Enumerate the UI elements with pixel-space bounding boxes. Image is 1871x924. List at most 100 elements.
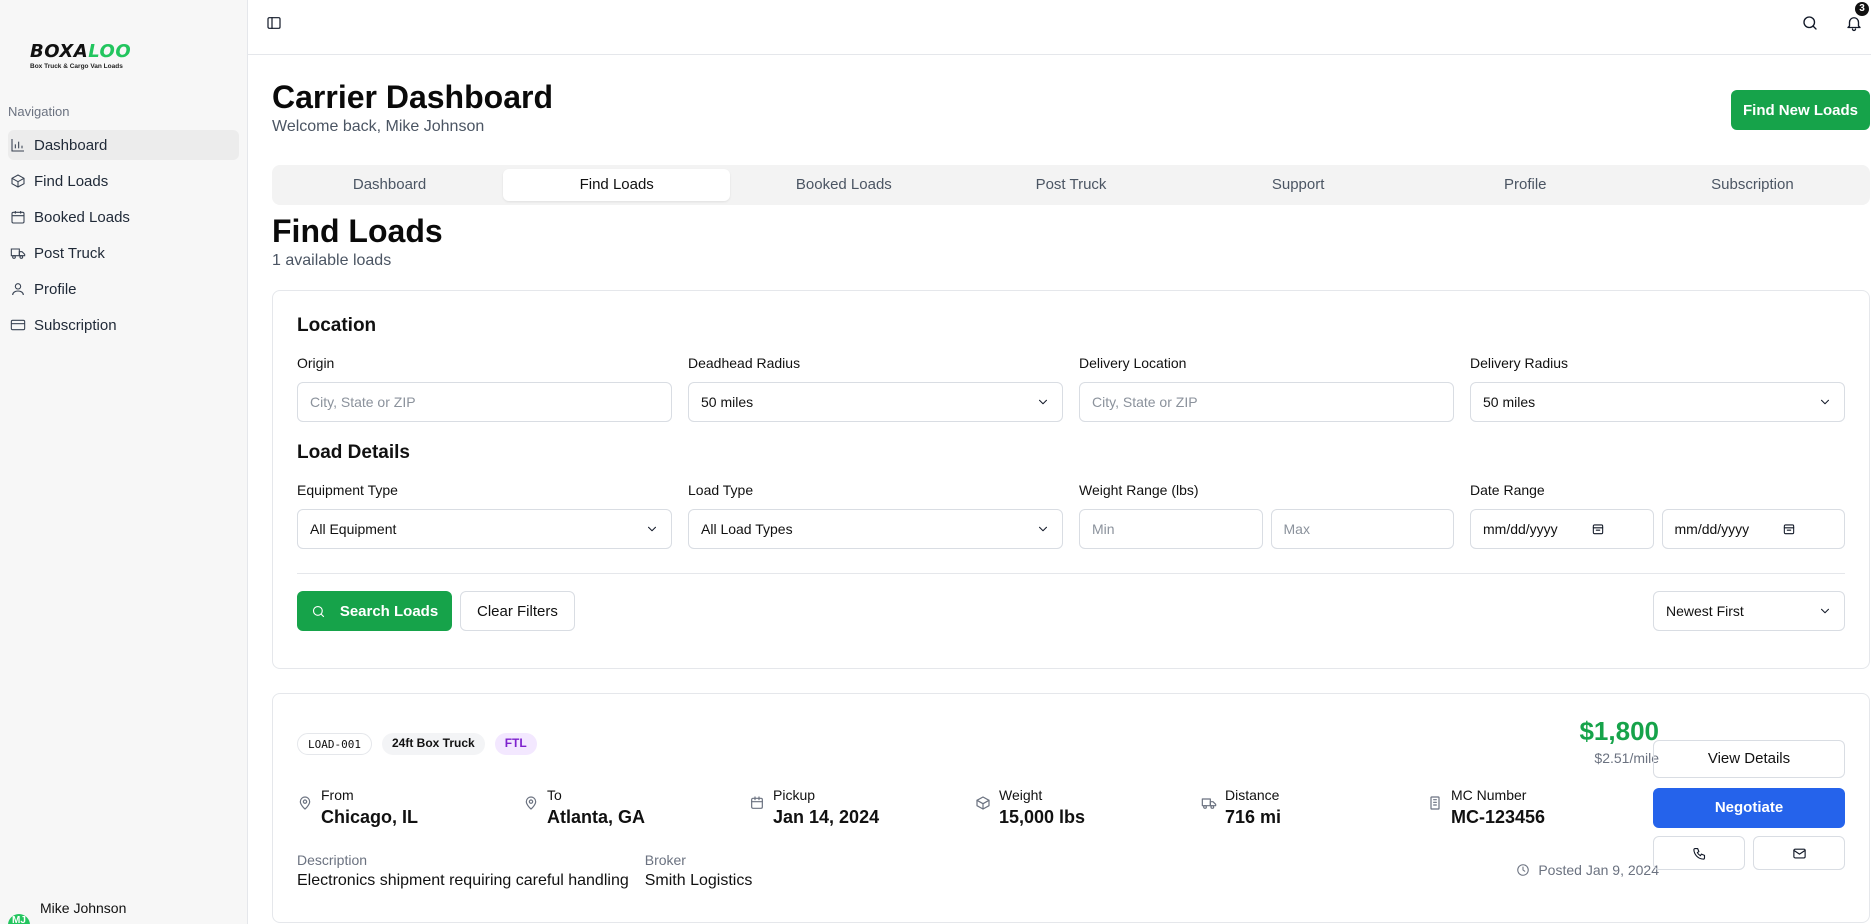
sidebar-item-label: Dashboard — [34, 136, 108, 154]
details-group-title: Load Details — [297, 442, 410, 463]
rate-per-mile: $2.51/mile — [1594, 750, 1659, 766]
sort-select[interactable]: Newest First — [1653, 591, 1845, 631]
clear-filters-button[interactable]: Clear Filters — [460, 591, 575, 631]
logo[interactable]: BOXALOO Box Truck & Cargo Van Loads — [0, 0, 247, 76]
delivery-radius-select[interactable]: 50 miles — [1470, 382, 1845, 422]
tab-profile[interactable]: Profile — [1412, 169, 1639, 201]
weight-max-input[interactable]: Max — [1270, 509, 1454, 549]
clock-icon — [1517, 864, 1530, 876]
notification-badge: 3 — [1855, 2, 1869, 16]
sidebar-item-profile[interactable]: Profile — [8, 274, 239, 304]
tab-find-loads[interactable]: Find Loads — [503, 169, 731, 201]
sidebar-item-post-truck[interactable]: Post Truck — [8, 238, 239, 268]
tab-booked-loads[interactable]: Booked Loads — [730, 169, 957, 201]
description-value: Electronics shipment requiring careful h… — [297, 872, 629, 889]
sidebar-item-label: Profile — [34, 280, 77, 298]
view-details-button[interactable]: View Details — [1653, 740, 1845, 778]
select-value: All Load Types — [701, 521, 793, 537]
app-root: BOXALOO Box Truck & Cargo Van Loads Navi… — [0, 0, 1871, 924]
search-icon — [312, 605, 324, 617]
sidebar-item-find-loads[interactable]: Find Loads — [8, 166, 239, 196]
date-placeholder: mm/dd/yyyy — [1483, 521, 1558, 537]
equipment-type-select[interactable]: All Equipment — [297, 509, 672, 549]
search-loads-button[interactable]: Search Loads — [297, 591, 452, 631]
page-subtitle: Welcome back, Mike Johnson — [272, 118, 485, 135]
distance-value: 716 mi — [1225, 807, 1282, 827]
select-value: Newest First — [1666, 603, 1744, 619]
user-name: Mike Johnson — [40, 900, 127, 916]
info-label: Pickup — [773, 787, 816, 803]
filter-actions: Search Loads Clear Filters Newest First — [297, 591, 1845, 631]
chevron-down-icon — [1038, 399, 1048, 405]
load-type-badge: FTL — [494, 733, 537, 755]
load-badges: LOAD-001 24ft Box Truck FTL — [297, 733, 537, 755]
sidebar-item-label: Post Truck — [34, 244, 105, 262]
calendar-icon[interactable] — [1782, 522, 1796, 536]
info-from: From Chicago, IL — [297, 787, 523, 828]
user-icon — [12, 283, 24, 296]
tab-support[interactable]: Support — [1185, 169, 1412, 201]
phone-icon — [1692, 847, 1705, 860]
find-new-loads-button[interactable]: Find New Loads — [1731, 90, 1870, 130]
info-label: Description — [297, 852, 368, 868]
date-field-group: Date Range mm/dd/yyyy mm/dd/yyyy — [1470, 482, 1845, 549]
calendar-icon[interactable] — [1591, 522, 1605, 536]
load-description-row: Description Electronics shipment requiri… — [297, 852, 768, 890]
sidebar-item-dashboard[interactable]: Dashboard — [8, 130, 239, 160]
sidebar-toggle-icon[interactable] — [266, 15, 282, 31]
location-group-title: Location — [297, 315, 377, 336]
deadhead-radius-select[interactable]: 50 miles — [688, 382, 1063, 422]
logo-text-part1: BOXA — [30, 41, 89, 62]
load-type-field-group: Load Type All Load Types — [688, 482, 1063, 549]
search-icon[interactable] — [1801, 14, 1819, 32]
delivery-radius-field-group: Delivery Radius 50 miles — [1470, 355, 1845, 422]
date-placeholder: mm/dd/yyyy — [1674, 521, 1750, 537]
tab-subscription[interactable]: Subscription — [1639, 169, 1866, 201]
calendar-icon — [751, 796, 763, 809]
select-value: 50 miles — [1483, 394, 1536, 410]
info-pickup: Pickup Jan 14, 2024 — [749, 787, 975, 828]
user-menu[interactable]: MJ Mike Johnson — [0, 900, 248, 924]
weight-min-input[interactable]: Min — [1079, 509, 1263, 549]
sidebar-item-subscription[interactable]: Subscription — [8, 310, 239, 340]
tab-post-truck[interactable]: Post Truck — [957, 169, 1184, 201]
info-distance: Distance 716 mi — [1201, 787, 1427, 828]
info-label: Broker — [644, 852, 686, 868]
sidebar-nav: Dashboard Find Loads Booked Loads Post T… — [0, 130, 247, 340]
loads-count: 1 available loads — [272, 252, 392, 269]
truck-icon — [1201, 798, 1217, 809]
load-type-select[interactable]: All Load Types — [688, 509, 1063, 549]
pickup-value: Jan 14, 2024 — [773, 807, 880, 827]
load-id-badge: LOAD-001 — [297, 733, 372, 755]
posted-text: Posted Jan 9, 2024 — [1538, 862, 1659, 878]
equipment-field-group: Equipment Type All Equipment — [297, 482, 672, 549]
posted-date: Posted Jan 9, 2024 — [1516, 862, 1659, 878]
bell-icon[interactable] — [1845, 14, 1863, 32]
page-header: Carrier Dashboard Welcome back, Mike Joh… — [272, 55, 1870, 163]
broker-value: Smith Logistics — [644, 872, 753, 889]
sidebar-item-booked-loads[interactable]: Booked Loads — [8, 202, 239, 232]
select-value: All Equipment — [310, 521, 397, 537]
origin-label: Origin — [297, 355, 335, 371]
date-to-input[interactable]: mm/dd/yyyy — [1661, 509, 1845, 549]
negotiate-button[interactable]: Negotiate — [1653, 788, 1845, 828]
nav-heading: Navigation — [8, 104, 70, 119]
bar-chart-icon — [11, 139, 24, 152]
page-title: Carrier Dashboard — [272, 79, 553, 115]
package-icon — [11, 174, 25, 188]
delivery-location-input[interactable]: City, State or ZIP — [1079, 382, 1454, 422]
origin-input[interactable]: City, State or ZIP — [297, 382, 672, 422]
avatar: MJ — [8, 914, 30, 924]
load-card: LOAD-001 24ft Box Truck FTL From Chicago,… — [272, 693, 1870, 923]
divider — [297, 573, 1845, 574]
map-pin-icon — [299, 796, 311, 810]
date-from-input[interactable]: mm/dd/yyyy — [1470, 509, 1654, 549]
package-icon — [976, 796, 990, 810]
delivery-field-group: Delivery Location City, State or ZIP — [1079, 355, 1454, 422]
filter-card: Location Origin City, State or ZIP Deadh… — [272, 290, 1870, 669]
email-button[interactable] — [1753, 836, 1845, 870]
origin-value: Chicago, IL — [321, 807, 419, 827]
origin-field-group: Origin City, State or ZIP — [297, 355, 672, 422]
tab-dashboard[interactable]: Dashboard — [276, 169, 503, 201]
call-button[interactable] — [1653, 836, 1745, 870]
